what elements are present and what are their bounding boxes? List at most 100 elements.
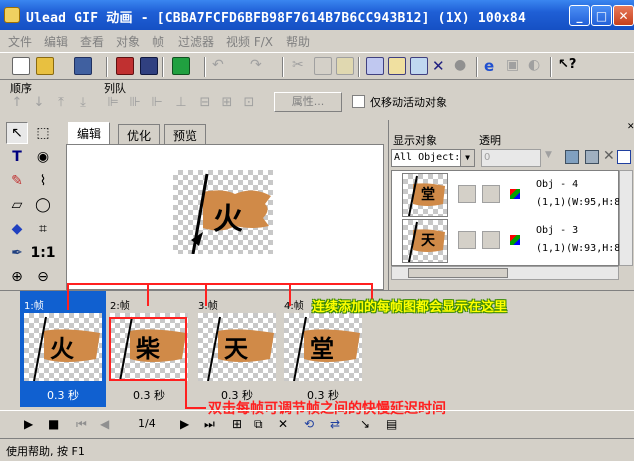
chevron-down-icon[interactable]: ▼	[460, 150, 474, 166]
align-middle-icon[interactable]: ⊟	[198, 96, 212, 110]
add-blank-frame-icon[interactable]: ⊞	[232, 417, 242, 431]
send-to-back-icon[interactable]: ⤓	[76, 96, 90, 110]
menu-frame[interactable]: 帧	[152, 33, 164, 50]
text-tool-icon[interactable]: T	[6, 146, 28, 168]
hscroll-thumb[interactable]	[408, 268, 508, 278]
delete-object-panel-icon[interactable]: ✕	[603, 148, 615, 164]
tween-icon[interactable]	[388, 57, 406, 75]
pick-tool-icon[interactable]: ↖	[6, 122, 28, 144]
paint-bucket-icon[interactable]: ◆	[6, 218, 28, 240]
transform-tool-icon[interactable]: ◉	[32, 146, 54, 168]
menu-object[interactable]: 对象	[116, 33, 140, 50]
properties-button[interactable]: 属性...	[274, 92, 342, 112]
frame-item[interactable]: 1:帧 火 0.3 秒	[20, 291, 106, 407]
object-row[interactable]: 天 Obj - 3 (1,1)(W:93,H:8	[396, 219, 620, 263]
object-list-hscrollbar[interactable]	[391, 266, 619, 280]
new-file-icon[interactable]	[12, 57, 30, 75]
object-list-vscrollbar[interactable]	[619, 170, 633, 266]
cut-icon[interactable]: ✂	[292, 57, 310, 75]
context-help-icon[interactable]: ↖?	[558, 57, 576, 75]
next-frame-icon[interactable]: ▶	[180, 417, 189, 431]
tab-preview[interactable]: 预览	[164, 124, 207, 144]
add-frame-icon[interactable]	[140, 57, 158, 75]
eraser-tool-icon[interactable]: ▱	[6, 194, 28, 216]
reverse-frames-icon[interactable]: ⇄	[330, 417, 340, 431]
prev-frame-icon[interactable]: ◀	[100, 417, 109, 431]
object-list[interactable]: 堂 Obj - 4 (1,1)(W:95,H:8 天 Obj - 3 (1,1)…	[391, 170, 620, 266]
duplicate-object-icon[interactable]	[585, 150, 599, 164]
distribute-icon[interactable]: ⊡	[242, 96, 256, 110]
add-images-icon[interactable]	[116, 57, 134, 75]
align-bottom-icon[interactable]: ⊥	[174, 96, 188, 110]
crop-tool-icon[interactable]: ⌗	[32, 218, 54, 240]
duplicate-frame-icon[interactable]: ⧉	[254, 417, 263, 432]
paste-icon[interactable]	[336, 57, 354, 75]
marquee-tool-icon[interactable]: ⬚	[32, 122, 54, 144]
copy-object-icon[interactable]	[565, 150, 579, 164]
lasso-tool-icon[interactable]: ⌇	[32, 170, 54, 192]
display-object-select[interactable]: All Object: ▼	[391, 149, 475, 167]
play-icon[interactable]: ▶	[24, 417, 33, 431]
object-visibility-toggle[interactable]	[458, 185, 476, 203]
move-active-only-label: 仅移动活动对象	[370, 96, 447, 109]
object-row[interactable]: 堂 Obj - 4 (1,1)(W:95,H:8	[396, 173, 620, 217]
menu-filter[interactable]: 过滤器	[178, 33, 214, 50]
ellipse-select-icon[interactable]: ◯	[32, 194, 54, 216]
align-left-icon[interactable]: ⊫	[106, 96, 120, 110]
menu-help[interactable]: 帮助	[286, 33, 310, 50]
edit-canvas[interactable]: 火	[66, 144, 384, 290]
redo-icon[interactable]: ↷	[250, 57, 268, 75]
canvas-image[interactable]: 火	[173, 170, 273, 255]
bring-forward-icon[interactable]: ↑	[10, 96, 24, 110]
zoom-in-icon[interactable]: ⊕	[6, 266, 28, 288]
actual-size-icon[interactable]: 1:1	[30, 242, 55, 264]
stop-icon[interactable]: ■	[48, 417, 59, 431]
tab-edit[interactable]: 编辑	[68, 122, 111, 144]
tab-optimize[interactable]: 优化	[118, 124, 161, 144]
panel-close-icon[interactable]: ✕	[627, 122, 634, 132]
copy-icon[interactable]	[314, 57, 332, 75]
close-button[interactable]: ✕	[613, 5, 634, 26]
bring-to-front-icon[interactable]: ⤒	[54, 96, 68, 110]
menu-file[interactable]: 文件	[8, 33, 32, 50]
last-frame-icon[interactable]: ⏭	[204, 417, 215, 432]
frame-manager-icon[interactable]: ▤	[386, 417, 397, 431]
browser-preview-icon[interactable]: e	[484, 57, 502, 75]
minimize-button[interactable]: _	[569, 5, 590, 26]
open-folder-icon[interactable]	[36, 57, 54, 75]
object-lock-toggle[interactable]	[482, 231, 500, 249]
maximize-button[interactable]: □	[591, 5, 612, 26]
menu-view[interactable]: 查看	[80, 33, 104, 50]
object-lock-toggle[interactable]	[482, 185, 500, 203]
align-right-icon[interactable]: ⊩	[150, 96, 164, 110]
brush-tool-icon[interactable]: ✎	[6, 170, 28, 192]
object-visibility-toggle[interactable]	[458, 231, 476, 249]
web-publish-icon[interactable]: ▣	[506, 57, 524, 75]
undo-icon[interactable]: ↶	[212, 57, 230, 75]
image-edit-icon[interactable]	[172, 57, 190, 75]
frame-char: 堂	[310, 334, 334, 363]
frame-properties-icon[interactable]	[366, 57, 384, 75]
export-icon[interactable]: ◐	[528, 57, 546, 75]
object-properties-icon[interactable]	[617, 150, 631, 164]
opacity-dropdown-icon[interactable]: ▼	[545, 150, 557, 166]
optimize-icon[interactable]: ●	[454, 57, 472, 75]
save-icon[interactable]	[74, 57, 92, 75]
frame-properties-icon[interactable]: ↘	[360, 417, 370, 431]
menu-edit[interactable]: 编辑	[44, 33, 68, 50]
frame-item[interactable]: 3:帧 天 0.3 秒	[194, 291, 280, 407]
zoom-out-icon[interactable]: ⊖	[32, 266, 54, 288]
align-top-icon[interactable]: ⊞	[220, 96, 234, 110]
first-frame-icon[interactable]: ⏮	[76, 417, 87, 432]
delete-object-icon[interactable]: ✕	[432, 57, 450, 75]
frame-item[interactable]: 2:帧 柴 0.3 秒	[106, 291, 192, 407]
opacity-stepper[interactable]: 0	[481, 149, 541, 167]
move-active-only-checkbox[interactable]	[352, 95, 365, 108]
delete-frame-icon[interactable]: ✕	[278, 417, 288, 431]
tween-frames-icon[interactable]: ⟲	[304, 417, 314, 431]
send-backward-icon[interactable]: ↓	[32, 96, 46, 110]
object-manager-icon[interactable]	[410, 57, 428, 75]
eyedropper-icon[interactable]: ✒	[6, 242, 28, 264]
align-center-icon[interactable]: ⊪	[128, 96, 142, 110]
menu-video-fx[interactable]: 视频 F/X	[226, 33, 273, 50]
